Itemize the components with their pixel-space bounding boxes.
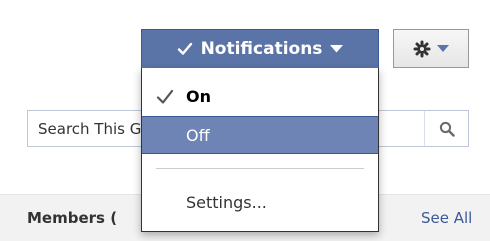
notifications-button-label: Notifications [200,39,323,59]
checkmark-icon [177,42,192,55]
menu-separator [156,168,364,169]
menu-item-on[interactable]: On [142,80,378,114]
caret-down-icon [437,44,449,52]
menu-item-on-label: On [186,87,211,106]
see-all-link[interactable]: See All [421,209,472,227]
notifications-menu: On Off Settings... [141,68,379,232]
menu-item-off-label: Off [186,126,210,145]
checkmark-icon [156,89,174,104]
gear-button[interactable] [393,29,469,68]
menu-item-settings[interactable]: Settings... [142,186,378,220]
search-icon [439,121,455,137]
search-button[interactable] [424,111,468,146]
menu-item-settings-label: Settings... [186,193,267,212]
members-heading: Members ( [27,209,118,227]
gear-icon [413,40,431,57]
caret-down-icon [330,45,344,53]
menu-item-off[interactable]: Off [142,116,378,154]
notifications-button[interactable]: Notifications [141,29,379,69]
